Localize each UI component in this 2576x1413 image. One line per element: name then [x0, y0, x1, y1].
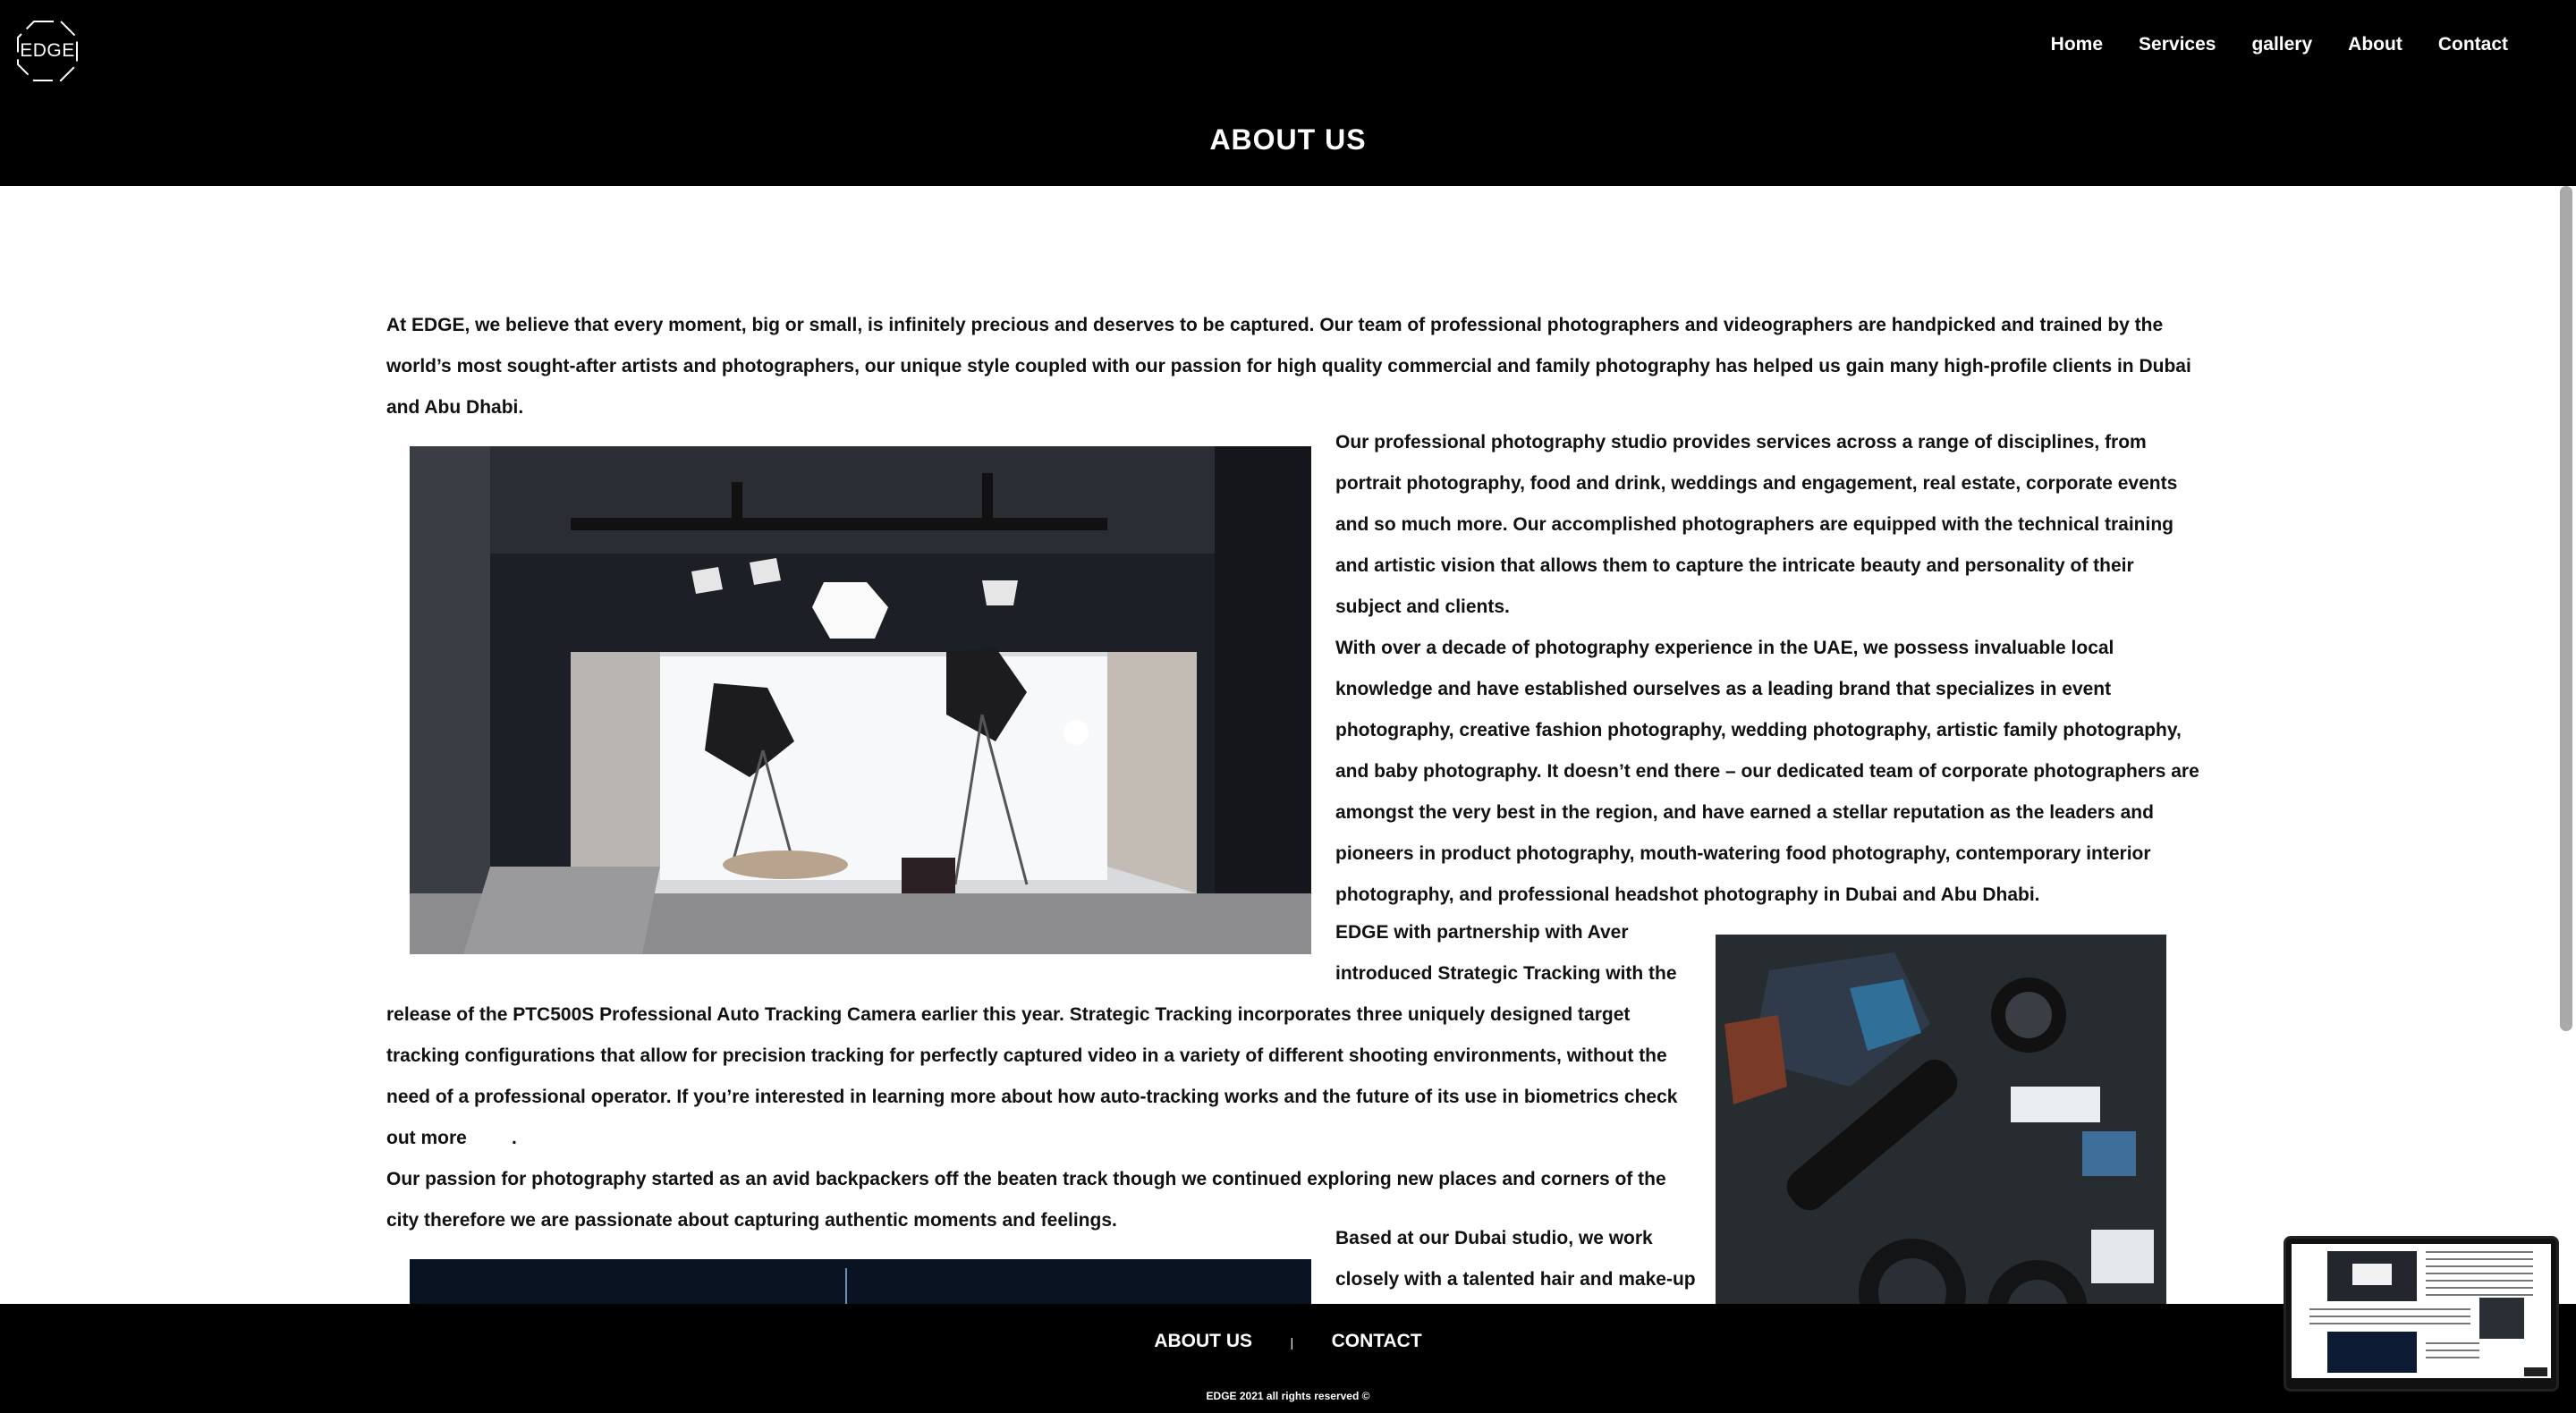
studio-photo: [410, 446, 1311, 954]
intro-text: , we believe that every moment, big or s…: [386, 315, 2191, 418]
camera-gear-illustration: [1716, 935, 2166, 1304]
main-content: At EDGE, we believe that every moment, b…: [0, 186, 2556, 1304]
intro-prefix: At: [386, 315, 411, 335]
nav-home[interactable]: Home: [2051, 34, 2103, 55]
studio-illustration: [410, 446, 1311, 954]
city-night-illustration: [410, 1259, 1311, 1304]
services-paragraphs: Our professional photography studio prov…: [1335, 422, 2203, 916]
main-nav: Home Services gallery About Contact: [2051, 34, 2508, 55]
camera-gear-photo: [1716, 935, 2166, 1304]
page-title: ABOUT US: [1209, 123, 1367, 156]
scrollbar-thumb[interactable]: [2560, 186, 2572, 1031]
footer-contact-link[interactable]: CONTACT: [1332, 1331, 1422, 1351]
preview-content: [2292, 1244, 2551, 1378]
nav-contact[interactable]: Contact: [2438, 34, 2508, 55]
tracking-end: .: [512, 1128, 517, 1148]
tracking-text: release of the PTC500S Professional Auto…: [386, 1004, 1678, 1148]
intro-brand: EDGE: [411, 315, 465, 335]
nav-gallery[interactable]: gallery: [2251, 34, 2312, 55]
tracking-paragraph: release of the PTC500S Professional Auto…: [386, 994, 1701, 1159]
city-night-photo: [410, 1259, 1311, 1304]
more-link[interactable]: here: [472, 1128, 512, 1148]
logo[interactable]: EDGE: [16, 20, 79, 82]
services-paragraph: Our professional photography studio prov…: [1335, 432, 2178, 617]
footer-about-link[interactable]: ABOUT US: [1154, 1331, 1252, 1351]
footer-links: ABOUT US | CONTACT: [0, 1331, 2576, 1352]
partnership-paragraphs: release of the PTC500S Professional Auto…: [386, 994, 1701, 1241]
site-footer: ABOUT US | CONTACT EDGE 2021 all rights …: [0, 1304, 2576, 1413]
preview-illustration: [2292, 1244, 2551, 1378]
logo-text: EDGE: [20, 40, 75, 61]
experience-paragraph: With over a decade of photography experi…: [1335, 638, 2199, 905]
partnership-intro: EDGE with partnership with Aver introduc…: [1335, 922, 1677, 984]
footer-separator: |: [1290, 1335, 1294, 1350]
nav-services[interactable]: Services: [2139, 34, 2216, 55]
page-preview-thumbnail[interactable]: [2284, 1236, 2559, 1392]
intro-paragraph: At EDGE, we believe that every moment, b…: [386, 305, 2211, 428]
studio-paragraph: Based at our Dubai studio, we work close…: [1335, 1228, 1696, 1290]
nav-about[interactable]: About: [2348, 34, 2402, 55]
site-header: EDGE Home Services gallery About Contact…: [0, 0, 2576, 186]
copyright-text: EDGE 2021 all rights reserved ©: [1206, 1390, 1370, 1402]
